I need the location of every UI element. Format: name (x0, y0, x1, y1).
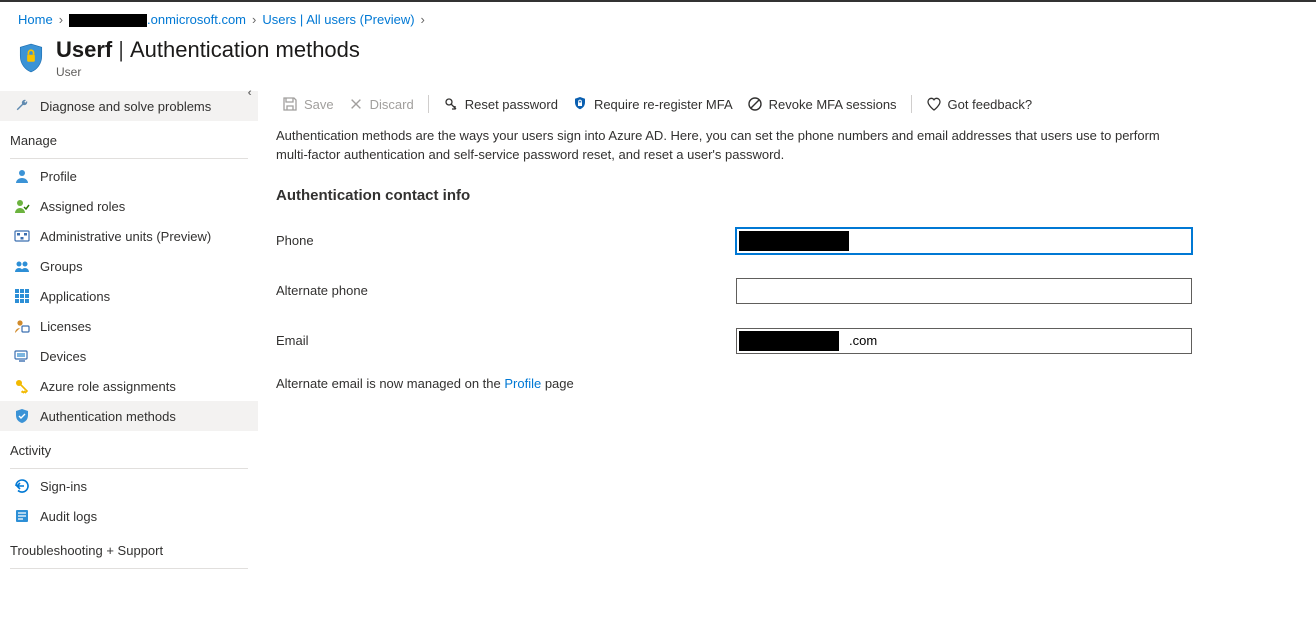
shield-small-icon (14, 408, 30, 424)
alt-email-note: Alternate email is now managed on the Pr… (276, 372, 1298, 391)
sidebar-item-profile[interactable]: Profile (0, 161, 258, 191)
sidebar-item-label: Sign-ins (40, 479, 87, 494)
breadcrumb-users[interactable]: Users | All users (Preview) (262, 12, 414, 27)
chevron-right-icon: › (59, 12, 63, 27)
section-title: Authentication contact info (276, 165, 1298, 222)
main-content: Save Discard Reset password Require re-r (258, 85, 1316, 571)
sidebar-item-label: Administrative units (Preview) (40, 229, 211, 244)
discard-button[interactable]: Discard (348, 96, 414, 112)
groups-icon (14, 258, 30, 274)
breadcrumb-home[interactable]: Home (18, 12, 53, 27)
key-icon (14, 378, 30, 394)
chevron-right-icon: › (252, 12, 256, 27)
cmd-label: Save (304, 97, 334, 112)
page-subtitle: User (56, 63, 360, 79)
require-mfa-button[interactable]: Require re-register MFA (572, 96, 733, 112)
sidebar-item-label: Applications (40, 289, 110, 304)
sidebar-item-diagnose[interactable]: Diagnose and solve problems (0, 91, 258, 121)
page-title: Userf | Authentication methods (56, 37, 360, 63)
sidebar-item-label: Devices (40, 349, 86, 364)
person-icon (14, 168, 30, 184)
sidebar-section-activity: Activity (0, 431, 258, 464)
lock-shield-icon (572, 96, 588, 112)
cmd-label: Revoke MFA sessions (769, 97, 897, 112)
sidebar-item-label: Licenses (40, 319, 91, 334)
separator (911, 95, 912, 113)
redacted-phone (739, 231, 849, 251)
sidebar-item-assigned-roles[interactable]: Assigned roles (0, 191, 258, 221)
sidebar-section-troubleshoot: Troubleshooting + Support (0, 531, 258, 564)
chevron-right-icon: › (421, 12, 425, 27)
sidebar-item-licenses[interactable]: Licenses (0, 311, 258, 341)
sidebar-item-label: Groups (40, 259, 83, 274)
page-section-name: Authentication methods (130, 37, 360, 63)
page-description: Authentication methods are the ways your… (276, 123, 1196, 165)
sidebar-item-groups[interactable]: Groups (0, 251, 258, 281)
sidebar-item-azure-role[interactable]: Azure role assignments (0, 371, 258, 401)
field-label-email: Email (276, 333, 736, 348)
org-icon (14, 228, 30, 244)
alternate-phone-input[interactable] (736, 278, 1192, 304)
sidebar-item-audit-logs[interactable]: Audit logs (0, 501, 258, 531)
sidebar-item-label: Assigned roles (40, 199, 125, 214)
wrench-icon (14, 98, 30, 114)
cmd-label: Got feedback? (948, 97, 1033, 112)
form-row-alt-phone: Alternate phone (276, 272, 1298, 322)
person-check-icon (14, 198, 30, 214)
cmd-label: Discard (370, 97, 414, 112)
breadcrumb-tenant[interactable]: .onmicrosoft.com (69, 12, 246, 27)
sidebar-item-devices[interactable]: Devices (0, 341, 258, 371)
sidebar-item-label: Authentication methods (40, 409, 176, 424)
sidebar-item-label: Audit logs (40, 509, 97, 524)
divider (10, 468, 248, 469)
command-bar: Save Discard Reset password Require re-r (276, 85, 1298, 123)
block-icon (747, 96, 763, 112)
sidebar-item-label: Profile (40, 169, 77, 184)
user-display-name: Userf (56, 37, 112, 63)
sidebar: ‹‹ Diagnose and solve problems Manage Pr… (0, 85, 258, 571)
sidebar-item-label: Diagnose and solve problems (40, 99, 211, 114)
revoke-mfa-button[interactable]: Revoke MFA sessions (747, 96, 897, 112)
breadcrumb: Home › .onmicrosoft.com › Users | All us… (0, 2, 1316, 37)
form-row-email: Email (276, 322, 1298, 372)
profile-link[interactable]: Profile (504, 376, 541, 391)
redacted-tenant-name (69, 14, 147, 27)
log-icon (14, 508, 30, 524)
save-icon (282, 96, 298, 112)
field-label-phone: Phone (276, 233, 736, 248)
separator (428, 95, 429, 113)
apps-icon (14, 288, 30, 304)
divider (10, 568, 248, 569)
signin-icon (14, 478, 30, 494)
reset-password-button[interactable]: Reset password (443, 96, 558, 112)
key-reset-icon (443, 96, 459, 112)
sidebar-item-label: Azure role assignments (40, 379, 176, 394)
device-icon (14, 348, 30, 364)
divider (10, 158, 248, 159)
sidebar-item-authentication-methods[interactable]: Authentication methods (0, 401, 258, 431)
x-icon (348, 96, 364, 112)
sidebar-section-manage: Manage (0, 121, 258, 154)
sidebar-item-admin-units[interactable]: Administrative units (Preview) (0, 221, 258, 251)
sidebar-item-signins[interactable]: Sign-ins (0, 471, 258, 501)
cmd-label: Reset password (465, 97, 558, 112)
shield-lock-icon (18, 43, 44, 73)
cmd-label: Require re-register MFA (594, 97, 733, 112)
license-icon (14, 318, 30, 334)
sidebar-item-applications[interactable]: Applications (0, 281, 258, 311)
feedback-button[interactable]: Got feedback? (926, 96, 1033, 112)
page-header: Userf | Authentication methods User (0, 37, 1316, 85)
redacted-email (739, 331, 839, 351)
save-button[interactable]: Save (282, 96, 334, 112)
field-label-alt-phone: Alternate phone (276, 283, 736, 298)
heart-icon (926, 96, 942, 112)
form-row-phone: Phone (276, 222, 1298, 272)
